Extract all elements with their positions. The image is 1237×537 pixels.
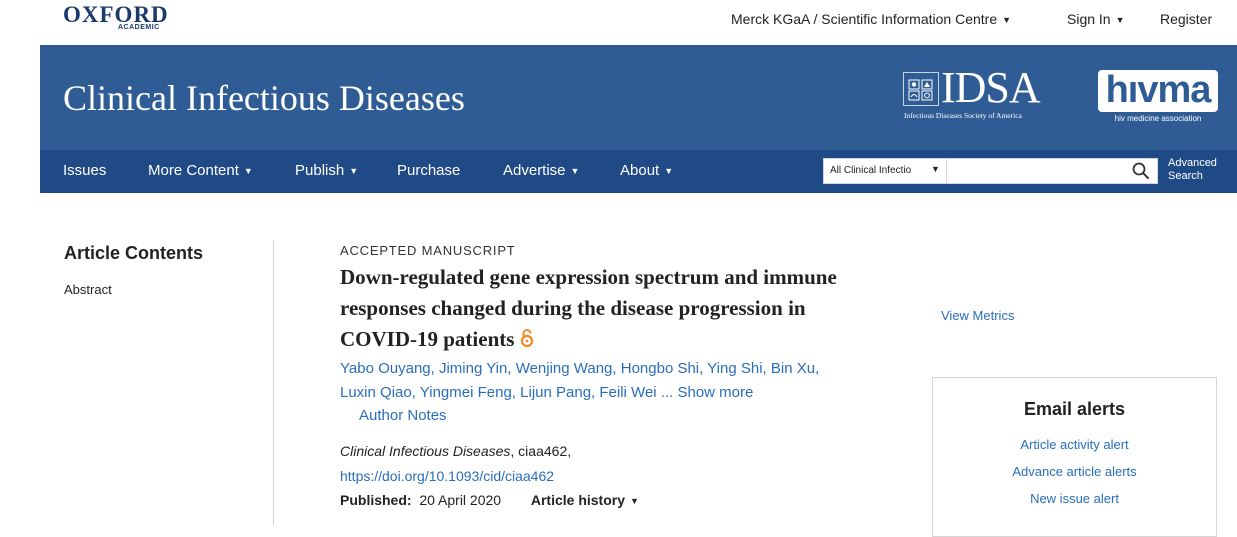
nav-item-issues[interactable]: Issues — [63, 162, 106, 180]
sign-in-label: Sign In — [1067, 11, 1111, 27]
chevron-down-icon: ▼ — [1002, 15, 1012, 25]
chevron-down-icon: ▼ — [349, 166, 359, 176]
sidebar-item-abstract[interactable]: Abstract — [64, 282, 112, 297]
idsa-tagline: Infectious Diseases Society of America — [904, 111, 1022, 120]
nav-item-advertise[interactable]: Advertise ▼ — [503, 162, 579, 180]
author-link[interactable]: Hongbo Shi — [621, 360, 699, 377]
author-link[interactable]: Yabo Ouyang — [340, 360, 431, 377]
chevron-down-icon: ▼ — [1115, 15, 1125, 25]
hivma-wordmark: hıvma — [1105, 69, 1212, 111]
institution-menu[interactable]: Merck KGaA / Scientific Information Cent… — [731, 11, 1011, 28]
author-link[interactable]: Jiming Yin — [439, 360, 507, 377]
nav-item-label: About — [620, 162, 660, 179]
institution-label: Merck KGaA / Scientific Information Cent… — [731, 11, 998, 27]
hivma-tagline: hiv medicine association — [1114, 114, 1202, 123]
idsa-emblem-icon — [903, 72, 939, 106]
article-title: Down-regulated gene expression spectrum … — [340, 262, 840, 357]
chevron-down-icon: ▼ — [570, 166, 580, 176]
column-divider — [273, 240, 274, 525]
article-type-label: ACCEPTED MANUSCRIPT — [340, 243, 516, 258]
advance-article-alerts-link[interactable]: Advance article alerts — [932, 464, 1217, 479]
author-link[interactable]: Feili Wei — [599, 384, 656, 401]
sign-in-menu[interactable]: Sign In ▼ — [1067, 11, 1125, 28]
new-issue-alert-link[interactable]: New issue alert — [932, 491, 1217, 506]
nav-item-purchase[interactable]: Purchase — [397, 162, 460, 180]
author-link[interactable]: Wenjing Wang — [516, 360, 613, 377]
nav-item-publish[interactable]: Publish ▼ — [295, 162, 358, 180]
search-scope-select[interactable]: All Clinical Infectio — [823, 158, 947, 184]
show-more-authors-link[interactable]: ... Show more — [661, 384, 754, 401]
chevron-down-icon: ▼ — [243, 166, 253, 176]
search-scope-value: All Clinical Infectio — [830, 165, 912, 176]
idsa-emblem-graphic — [908, 79, 933, 101]
nav-item-more-content[interactable]: More Content ▼ — [148, 162, 253, 180]
doi-link[interactable]: https://doi.org/10.1093/cid/ciaa462 — [340, 467, 554, 485]
chevron-down-icon: ▼ — [630, 496, 639, 506]
chevron-down-icon: ▼ — [664, 166, 674, 176]
oxford-academic-label: ACADEMIC — [118, 24, 160, 31]
nav-item-label: More Content — [148, 162, 239, 179]
search-input[interactable] — [946, 158, 1158, 184]
open-access-icon — [520, 326, 534, 357]
author-link[interactable]: Ying Shi — [707, 360, 762, 377]
email-alerts-title: Email alerts — [1023, 399, 1126, 419]
published-label: Published: — [340, 492, 412, 508]
view-metrics-link[interactable]: View Metrics — [941, 308, 1014, 323]
published-date: 20 April 2020 — [419, 492, 502, 508]
advanced-search-link[interactable]: Advanced Search — [1168, 157, 1228, 183]
author-link[interactable]: Luxin Qiao — [340, 384, 412, 401]
register-link[interactable]: Register — [1160, 11, 1212, 27]
nav-item-label: Advertise — [503, 162, 566, 179]
advanced-search-line-2: Search — [1168, 170, 1203, 182]
author-link[interactable]: Bin Xu — [771, 360, 815, 377]
article-contents-title: Article Contents — [64, 243, 204, 263]
article-history-label: Article history — [530, 492, 625, 508]
article-activity-alert-link[interactable]: Article activity alert — [932, 437, 1217, 452]
search-icon[interactable] — [1131, 161, 1151, 181]
nav-item-about[interactable]: About ▼ — [620, 162, 673, 180]
publication-info: Published: 20 April 2020 Article history… — [340, 491, 639, 510]
article-history-toggle[interactable]: Article history ▼ — [531, 492, 639, 508]
journal-name: Clinical Infectious Diseases — [340, 443, 511, 459]
idsa-wordmark: IDSA — [941, 63, 1041, 112]
idsa-logo[interactable]: IDSA Infectious Diseases Society of Amer… — [903, 66, 1081, 124]
journal-title[interactable]: Clinical Infectious Diseases — [63, 77, 465, 119]
citation: Clinical Infectious Diseases, ciaa462, — [340, 442, 571, 460]
advanced-search-line-1: Advanced — [1168, 157, 1217, 169]
article-title-text: Down-regulated gene expression spectrum … — [340, 265, 837, 351]
chevron-down-icon[interactable]: ▼ — [931, 164, 940, 174]
author-notes-link[interactable]: Author Notes — [359, 406, 447, 426]
article-id: , ciaa462, — [510, 443, 572, 459]
author-link[interactable]: Lijun Pang — [520, 384, 591, 401]
author-link[interactable]: Yingmei Feng — [420, 384, 512, 401]
author-list: Yabo Ouyang, Jiming Yin, Wenjing Wang, H… — [340, 360, 820, 401]
nav-item-label: Publish — [295, 162, 345, 179]
